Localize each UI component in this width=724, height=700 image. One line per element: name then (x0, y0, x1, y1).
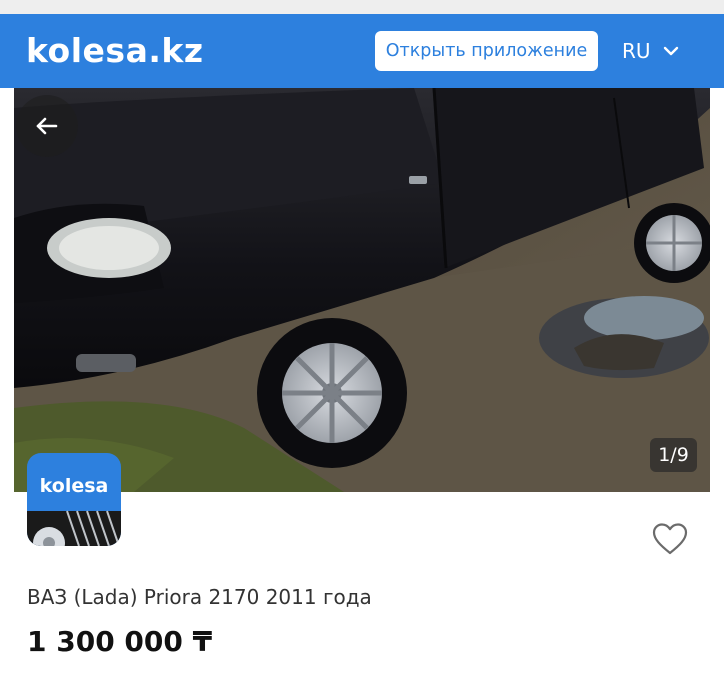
tire-icon (27, 510, 121, 546)
site-header: kolesa.kz Открыть приложение RU (0, 14, 724, 88)
arrow-left-icon (36, 117, 58, 135)
seller-logo-text: kolesa (39, 475, 109, 497)
listing-title: ВАЗ (Lada) Priora 2170 2011 года (27, 585, 372, 609)
chevron-down-icon (663, 46, 678, 56)
listing-price: 1 300 000 ₸ (27, 625, 213, 658)
seller-logo[interactable]: kolesa (27, 453, 121, 546)
site-logo[interactable]: kolesa.kz (26, 32, 204, 70)
language-selector[interactable]: RU (622, 31, 679, 71)
browser-top-strip (0, 0, 724, 14)
car-photo-image (14, 88, 710, 492)
heart-outline-icon[interactable] (652, 522, 688, 556)
open-app-button[interactable]: Открыть приложение (375, 31, 598, 71)
listing-photo[interactable] (14, 88, 710, 492)
back-button[interactable] (16, 95, 78, 157)
language-label: RU (622, 39, 651, 63)
photo-counter: 1/9 (650, 438, 697, 472)
